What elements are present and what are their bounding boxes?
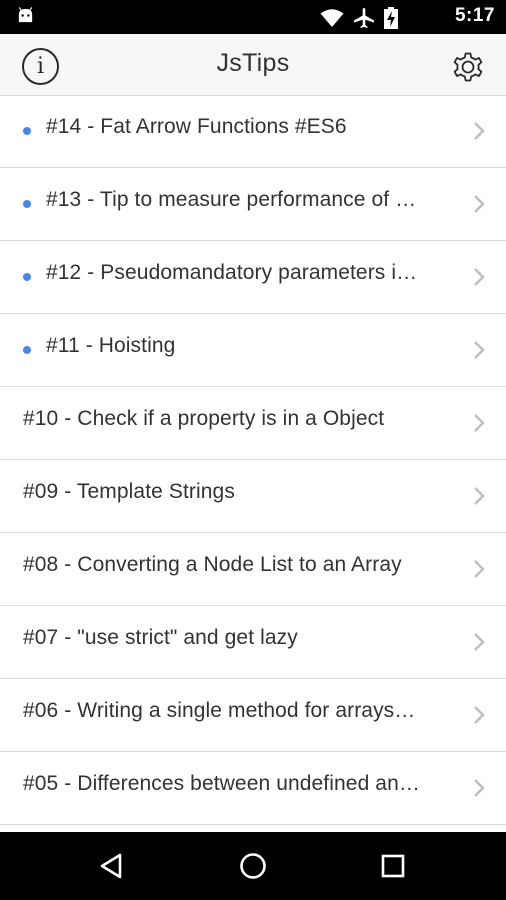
list-item[interactable]: #07 - "use strict" and get lazy xyxy=(0,606,506,679)
list-item-title: #09 - Template Strings xyxy=(23,480,235,503)
list-item[interactable]: #08 - Converting a Node List to an Array xyxy=(0,533,506,606)
chevron-right-icon xyxy=(474,195,485,213)
chevron-right-icon xyxy=(474,341,485,359)
list-item[interactable] xyxy=(0,825,506,832)
navigation-bar xyxy=(0,832,506,900)
list-item-title: #12 - Pseudomandatory parameters i… xyxy=(46,261,418,284)
unread-dot-icon xyxy=(23,346,31,354)
recents-icon[interactable] xyxy=(377,850,409,882)
home-icon[interactable] xyxy=(237,850,269,882)
list-item[interactable]: #12 - Pseudomandatory parameters i… xyxy=(0,241,506,314)
unread-dot-icon xyxy=(23,127,31,135)
chevron-right-icon xyxy=(474,268,485,286)
chevron-right-icon xyxy=(474,560,485,578)
app-header: i JsTips xyxy=(0,34,506,96)
status-bar: 5:17 xyxy=(0,0,506,34)
tips-list: #14 - Fat Arrow Functions #ES6 #13 - Tip … xyxy=(0,95,506,832)
android-icon xyxy=(18,7,33,23)
wifi-icon xyxy=(320,9,344,27)
list-item[interactable]: #14 - Fat Arrow Functions #ES6 xyxy=(0,95,506,168)
list-item-title: #07 - "use strict" and get lazy xyxy=(23,626,298,649)
list-item-title: #10 - Check if a property is in a Object xyxy=(23,407,385,430)
list-item[interactable]: #11 - Hoisting xyxy=(0,314,506,387)
unread-dot-icon xyxy=(23,273,31,281)
gear-icon[interactable] xyxy=(450,49,486,85)
list-item[interactable]: #06 - Writing a single method for arrays… xyxy=(0,679,506,752)
status-icons xyxy=(320,7,398,29)
list-item-title: #13 - Tip to measure performance of … xyxy=(46,188,417,211)
chevron-right-icon xyxy=(474,633,485,651)
status-time: 5:17 xyxy=(454,5,495,26)
list-item-title: #08 - Converting a Node List to an Array xyxy=(23,553,402,576)
back-icon[interactable] xyxy=(96,850,128,882)
app-screen: 5:17 i JsTips #14 - Fat Arrow Functions … xyxy=(0,0,506,900)
list-item[interactable]: #05 - Differences between undefined an… xyxy=(0,752,506,825)
list-item-title: #05 - Differences between undefined an… xyxy=(23,772,420,795)
list-item[interactable]: #13 - Tip to measure performance of … xyxy=(0,168,506,241)
battery-charging-icon xyxy=(384,7,398,29)
chevron-right-icon xyxy=(474,706,485,724)
list-item[interactable]: #10 - Check if a property is in a Object xyxy=(0,387,506,460)
airplane-icon xyxy=(354,8,374,28)
list-item-title: #06 - Writing a single method for arrays… xyxy=(23,699,416,722)
list-item-title: #14 - Fat Arrow Functions #ES6 xyxy=(46,115,347,138)
chevron-right-icon xyxy=(474,414,485,432)
chevron-right-icon xyxy=(474,779,485,797)
page-title: JsTips xyxy=(216,49,290,77)
unread-dot-icon xyxy=(23,200,31,208)
chevron-right-icon xyxy=(474,122,485,140)
list-item[interactable]: #09 - Template Strings xyxy=(0,460,506,533)
chevron-right-icon xyxy=(474,487,485,505)
list-item-title: #11 - Hoisting xyxy=(46,334,176,357)
